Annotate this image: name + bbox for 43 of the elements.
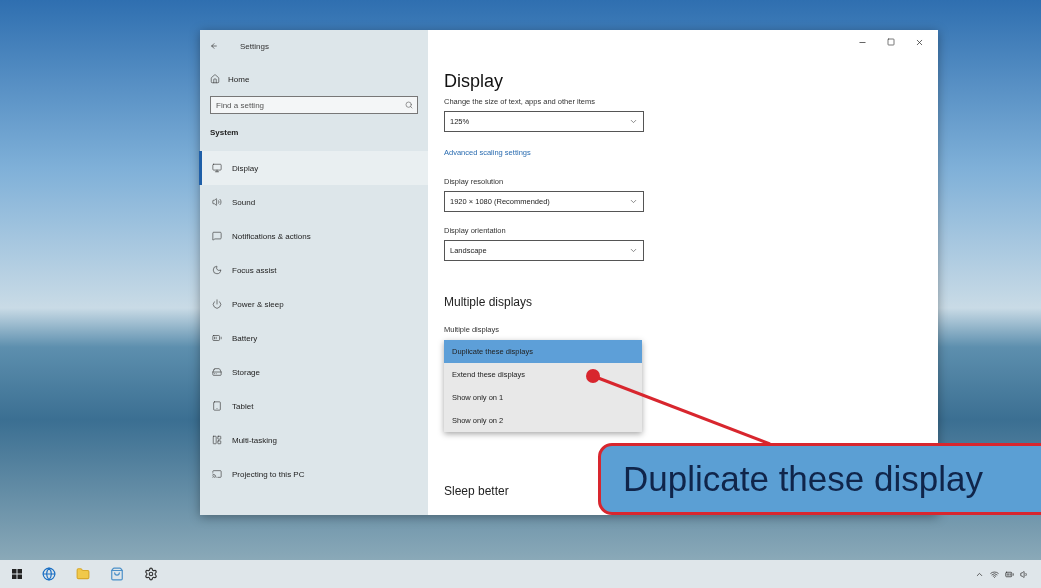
sidebar-item[interactable]: Storage xyxy=(199,355,428,389)
window-title: Settings xyxy=(240,41,269,51)
home-link[interactable]: Home xyxy=(228,74,250,84)
sidebar-item[interactable]: Focus assist xyxy=(199,253,428,287)
chevron-icon xyxy=(629,246,638,255)
chevron-icon xyxy=(629,197,638,206)
monitor-icon xyxy=(212,163,222,173)
moon-icon xyxy=(212,265,222,275)
browser-icon[interactable] xyxy=(42,567,56,581)
close-icon[interactable] xyxy=(915,38,924,47)
sidebar-item[interactable]: Battery xyxy=(199,321,428,355)
sidebar-item[interactable]: Multi-tasking xyxy=(199,423,428,457)
layout-icon xyxy=(212,435,222,445)
section-heading: Sleep better xyxy=(444,484,510,498)
sidebar-item[interactable]: Projecting to this PC xyxy=(199,457,428,491)
tablet-icon xyxy=(212,401,222,411)
callout-text: Duplicate these display xyxy=(623,459,983,499)
section-heading: Multiple displays xyxy=(444,295,534,309)
back-icon[interactable] xyxy=(210,42,218,50)
message-icon xyxy=(212,231,222,241)
battery-icon[interactable] xyxy=(1005,569,1014,579)
home-icon[interactable] xyxy=(210,74,220,84)
sidebar-item[interactable]: Sound xyxy=(199,185,428,219)
sidebar-item[interactable]: Display xyxy=(199,151,428,185)
page-title: Display xyxy=(444,71,505,92)
chevron-icon xyxy=(629,117,638,126)
windows-logo-icon[interactable] xyxy=(12,569,22,579)
store-icon[interactable] xyxy=(110,567,124,581)
wifi-icon[interactable] xyxy=(990,569,999,579)
sidebar-item[interactable]: Notifications & actions xyxy=(199,219,428,253)
search-field[interactable]: Find a setting xyxy=(210,96,418,114)
maximize-icon[interactable] xyxy=(887,38,895,46)
speaker-icon[interactable] xyxy=(1020,569,1029,579)
settings-icon[interactable] xyxy=(144,567,158,581)
speaker-icon xyxy=(212,197,222,207)
battery-icon xyxy=(212,333,222,343)
drive-icon xyxy=(212,367,222,377)
search-icon xyxy=(405,101,413,109)
sidebar-item[interactable]: Tablet xyxy=(199,389,428,423)
cast-icon xyxy=(212,469,222,479)
sidebar-item[interactable]: Power & sleep xyxy=(199,287,428,321)
power-icon xyxy=(212,299,222,309)
section-heading: System xyxy=(209,128,240,137)
